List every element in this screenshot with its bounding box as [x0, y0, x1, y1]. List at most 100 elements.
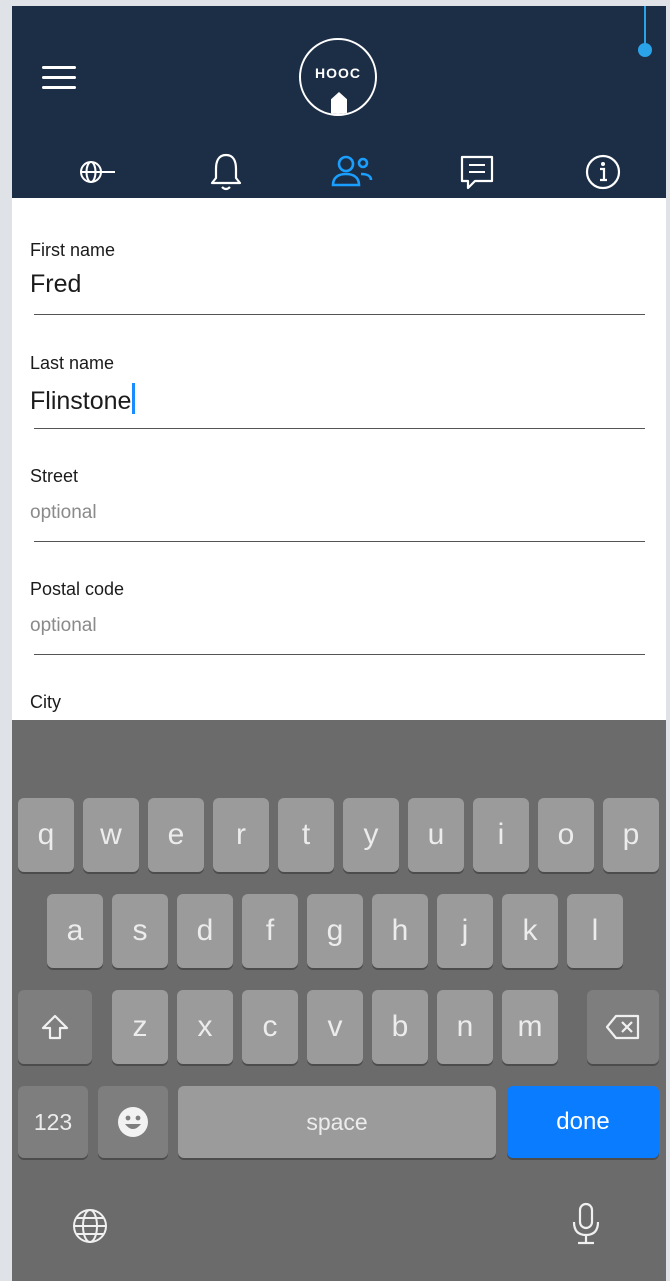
- key-v[interactable]: v: [307, 990, 363, 1064]
- key-label: v: [327, 1010, 343, 1043]
- key-label: n: [456, 1010, 474, 1043]
- key-label: q: [37, 818, 55, 851]
- tab-info[interactable]: [578, 148, 628, 196]
- key-m[interactable]: m: [502, 990, 558, 1064]
- key-label: l: [591, 914, 599, 947]
- phone-screen: HOOC First name Fred Last name Flinstone…: [12, 6, 666, 1281]
- key-label: u: [427, 818, 445, 851]
- key-x[interactable]: x: [177, 990, 233, 1064]
- globe-icon: [73, 1209, 107, 1243]
- app-header: HOOC: [12, 6, 666, 198]
- key-i[interactable]: i: [473, 798, 529, 872]
- field-underline: [34, 428, 645, 429]
- globe-key-icon: [80, 161, 115, 183]
- key-label: p: [622, 818, 640, 851]
- key-z[interactable]: z: [112, 990, 168, 1064]
- hamburger-icon-line: [42, 86, 76, 89]
- key-label: y: [363, 818, 379, 851]
- dictation-key[interactable]: [558, 1194, 614, 1254]
- key-w[interactable]: w: [83, 798, 139, 872]
- key-b[interactable]: b: [372, 990, 428, 1064]
- tab-bar: [12, 146, 666, 198]
- tab-users[interactable]: [328, 148, 378, 196]
- key-label: b: [391, 1010, 409, 1043]
- users-icon: [331, 155, 373, 187]
- key-t[interactable]: t: [278, 798, 334, 872]
- delete-key[interactable]: [587, 990, 659, 1064]
- contact-form: First name Fred Last name Flinstone Stre…: [12, 198, 666, 720]
- key-label: z: [132, 1010, 148, 1043]
- key-q[interactable]: q: [18, 798, 74, 872]
- microphone-icon: [572, 1202, 600, 1245]
- key-label: d: [196, 914, 214, 947]
- key-l[interactable]: l: [567, 894, 623, 968]
- shift-key[interactable]: [18, 990, 92, 1064]
- space-key[interactable]: space: [178, 1086, 496, 1158]
- menu-button[interactable]: [42, 66, 76, 90]
- keyboard: q w e r t y u i o p a s d f g h j k l z …: [12, 720, 666, 1281]
- postal-code-placeholder[interactable]: optional: [30, 615, 97, 637]
- emoji-key[interactable]: [98, 1086, 168, 1158]
- hamburger-icon-line: [42, 76, 76, 79]
- field-underline: [34, 314, 645, 315]
- status-dot-icon: [638, 6, 652, 57]
- tab-globe[interactable]: [74, 148, 124, 196]
- key-label: s: [132, 914, 148, 947]
- logo-text: HOOC: [315, 65, 361, 81]
- key-j[interactable]: j: [437, 894, 493, 968]
- key-label: w: [100, 818, 122, 851]
- last-name-value: Flinstone: [30, 387, 132, 415]
- key-a[interactable]: a: [47, 894, 103, 968]
- key-o[interactable]: o: [538, 798, 594, 872]
- last-name-label: Last name: [30, 353, 115, 373]
- bell-icon: [210, 153, 242, 191]
- key-label: g: [326, 914, 344, 947]
- text-caret: [132, 383, 136, 414]
- key-n[interactable]: n: [437, 990, 493, 1064]
- numbers-key-label: 123: [33, 1108, 73, 1135]
- key-label: i: [497, 818, 505, 851]
- key-y[interactable]: y: [343, 798, 399, 872]
- key-e[interactable]: e: [148, 798, 204, 872]
- key-label: t: [301, 818, 311, 851]
- tab-notifications[interactable]: [201, 148, 251, 196]
- key-label: k: [522, 914, 538, 947]
- space-key-label: space: [306, 1108, 368, 1135]
- key-c[interactable]: c: [242, 990, 298, 1064]
- key-label: j: [461, 914, 469, 947]
- tab-messages[interactable]: [452, 148, 502, 196]
- key-f[interactable]: f: [242, 894, 298, 968]
- numbers-key[interactable]: 123: [18, 1086, 88, 1158]
- first-name-value[interactable]: Fred: [30, 270, 81, 299]
- last-name-input[interactable]: Flinstone: [30, 383, 136, 416]
- chat-icon: [460, 155, 494, 190]
- key-label: a: [66, 914, 84, 947]
- key-label: o: [557, 818, 575, 851]
- key-r[interactable]: r: [213, 798, 269, 872]
- key-h[interactable]: h: [372, 894, 428, 968]
- key-p[interactable]: p: [603, 798, 659, 872]
- first-name-label: First name: [30, 240, 116, 260]
- backspace-icon: [605, 1014, 640, 1040]
- key-s[interactable]: s: [112, 894, 168, 968]
- done-key-label: done: [556, 1108, 610, 1135]
- postal-code-label: Postal code: [30, 579, 125, 599]
- key-label: f: [265, 914, 275, 947]
- info-icon: [585, 154, 621, 190]
- key-u[interactable]: u: [408, 798, 464, 872]
- key-label: e: [167, 818, 185, 851]
- city-label: City: [30, 692, 61, 712]
- logo-house-icon: [331, 92, 347, 114]
- field-underline: [34, 654, 645, 655]
- shift-icon: [41, 1014, 69, 1040]
- key-g[interactable]: g: [307, 894, 363, 968]
- street-placeholder[interactable]: optional: [30, 502, 97, 524]
- key-d[interactable]: d: [177, 894, 233, 968]
- globe-key[interactable]: [62, 1198, 118, 1254]
- done-key[interactable]: done: [507, 1086, 659, 1158]
- key-k[interactable]: k: [502, 894, 558, 968]
- key-label: h: [391, 914, 409, 947]
- street-label: Street: [30, 466, 79, 486]
- emoji-icon: [118, 1107, 148, 1137]
- key-label: c: [262, 1010, 278, 1043]
